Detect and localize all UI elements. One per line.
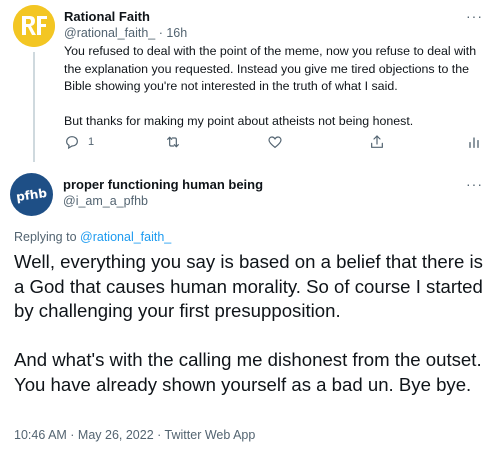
reply-count: 1 [88, 136, 95, 148]
tweet-paragraph: Well, everything you say is based on a b… [14, 251, 483, 321]
author-handle[interactable]: @i_am_a_pfhb [63, 194, 148, 208]
reply-icon [66, 136, 78, 150]
author-name[interactable]: Rational Faith [64, 9, 150, 24]
author-handle[interactable]: @rational_faith_ [64, 26, 155, 40]
retweet-icon [167, 136, 179, 148]
meta-separator: · [158, 26, 163, 40]
share-icon [371, 135, 383, 148]
tweet-paragraph: But thanks for making my point about ath… [64, 114, 414, 128]
avatar[interactable]: pfhb [10, 173, 53, 216]
replying-to: Replying to @rational_faith_ [14, 230, 171, 244]
replying-prefix: Replying to [14, 230, 77, 244]
tweet-text: Well, everything you say is based on a b… [14, 250, 494, 397]
reply-tweet[interactable]: Rational Faith @rational_faith_ · 16h ··… [0, 0, 500, 162]
share-button[interactable] [369, 134, 385, 150]
tweet-text: You refused to deal with the point of th… [64, 43, 489, 131]
more-options-button[interactable]: ··· [466, 8, 483, 24]
like-icon [268, 136, 282, 149]
thread-line [33, 52, 35, 162]
author-meta: @rational_faith_ · 16h [64, 26, 187, 40]
reply-button[interactable]: 1 [64, 134, 94, 150]
replying-to-link[interactable]: @rational_faith_ [80, 230, 171, 244]
retweet-button[interactable] [165, 134, 181, 150]
analytics-button[interactable] [466, 134, 482, 150]
tweet-timestamp[interactable]: 10:46 AM · May 26, 2022 · Twitter Web Ap… [14, 428, 255, 442]
author-name[interactable]: proper functioning human being [63, 177, 263, 192]
rf-logo-icon [13, 5, 55, 47]
tweet-paragraph: You refused to deal with the point of th… [64, 44, 477, 93]
tweet-paragraph: And what's with the calling me dishonest… [14, 349, 482, 395]
time-ago[interactable]: 16h [166, 26, 187, 40]
more-options-button[interactable]: ··· [466, 176, 483, 192]
avatar[interactable] [13, 5, 55, 47]
avatar-text: pfhb [15, 185, 48, 204]
action-bar: 1 [64, 134, 484, 154]
like-button[interactable] [267, 134, 283, 150]
analytics-icon [469, 137, 479, 148]
